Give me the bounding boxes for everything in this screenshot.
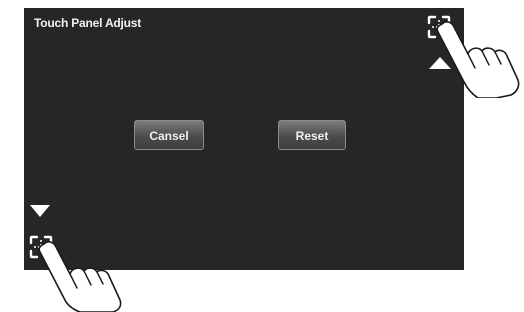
pointing-hand-icon <box>436 21 520 98</box>
pointing-hand-icon <box>38 241 122 312</box>
cancel-button[interactable]: Cansel <box>134 120 204 150</box>
touch-panel-screen <box>24 8 464 270</box>
triangle-down-icon <box>30 205 50 217</box>
reset-button[interactable]: Reset <box>278 120 346 150</box>
page-title: Touch Panel Adjust <box>34 16 142 30</box>
